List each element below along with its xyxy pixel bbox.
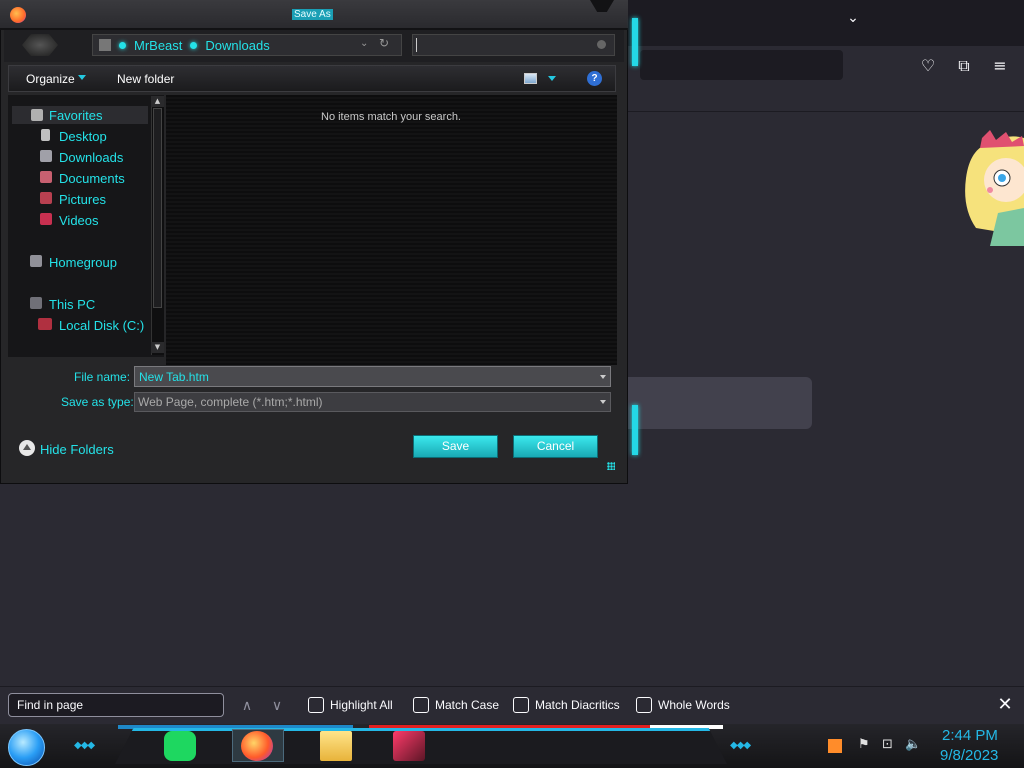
network-icon[interactable]: ⊡: [882, 737, 893, 752]
save-as-type-dropdown-icon[interactable]: [600, 400, 606, 404]
match-case-label[interactable]: Match Case: [435, 698, 499, 712]
scroll-up-icon[interactable]: ▲: [151, 96, 164, 107]
help-icon[interactable]: ?: [587, 71, 602, 86]
dialog-search-input[interactable]: [412, 34, 615, 56]
firefox-taskbar-icon[interactable]: [241, 731, 273, 761]
resize-grip-icon[interactable]: [607, 462, 615, 470]
match-diacritics-checkbox[interactable]: [513, 697, 529, 713]
refresh-icon[interactable]: ↻: [379, 36, 389, 50]
extensions-icon[interactable]: ⧉: [953, 55, 975, 77]
address-bar[interactable]: [640, 50, 843, 80]
new-tab-content-card: [610, 377, 812, 429]
scroll-down-icon[interactable]: ▼: [151, 342, 164, 353]
nav-item-videos[interactable]: Videos: [59, 213, 99, 228]
decorative-pips-icon: ◆◆◆: [730, 740, 751, 751]
view-options-dropdown-icon[interactable]: [548, 76, 556, 81]
volume-icon[interactable]: 🔈: [905, 737, 921, 752]
nav-item-downloads[interactable]: Downloads: [59, 150, 123, 165]
nav-item-homegroup[interactable]: Homegroup: [49, 255, 117, 270]
videos-folder-icon: [40, 213, 52, 225]
pocket-icon[interactable]: ♡: [917, 55, 939, 77]
save-as-type-select[interactable]: Web Page, complete (*.htm;*.html): [134, 392, 611, 412]
save-as-type-label: Save as type:: [61, 395, 134, 409]
pictures-folder-icon: [40, 192, 52, 204]
file-name-label: File name:: [74, 370, 131, 384]
breadcrumb-separator-icon: [119, 41, 126, 49]
find-next-icon[interactable]: ∨: [267, 696, 287, 716]
organize-button[interactable]: Organize: [26, 72, 75, 86]
favorites-star-icon: [31, 109, 43, 121]
theme-accent-bar: [632, 18, 638, 66]
organize-dropdown-icon[interactable]: [78, 75, 86, 80]
theme-accent-bar: [632, 405, 638, 455]
nav-item-desktop[interactable]: Desktop: [59, 129, 107, 144]
save-button[interactable]: Save: [413, 435, 498, 458]
match-diacritics-label[interactable]: Match Diacritics: [535, 698, 620, 712]
nav-item-documents[interactable]: Documents: [59, 171, 125, 186]
desktop-icon: [41, 129, 50, 141]
computer-icon: [30, 297, 42, 309]
close-find-bar-icon[interactable]: ✕: [995, 694, 1015, 716]
app-menu-icon[interactable]: ≡: [989, 55, 1011, 77]
spotify-taskbar-icon[interactable]: [164, 731, 196, 761]
decorative-pips-icon: ◆◆◆: [74, 740, 95, 751]
cancel-button[interactable]: Cancel: [513, 435, 598, 458]
search-icon[interactable]: [597, 40, 606, 49]
change-view-icon[interactable]: [524, 73, 537, 84]
match-case-checkbox[interactable]: [413, 697, 429, 713]
hide-folders-button[interactable]: Hide Folders: [40, 442, 114, 457]
breadcrumb-item-user[interactable]: MrBeast: [134, 38, 182, 53]
firefox-app-icon: [10, 7, 26, 23]
text-caret: [416, 38, 417, 52]
breadcrumb-dropdown-icon[interactable]: ⌄: [360, 38, 368, 49]
nav-item-local-disk[interactable]: Local Disk (C:): [59, 318, 144, 333]
dialog-title: Save As: [292, 9, 333, 20]
nav-item-this-pc[interactable]: This PC: [49, 297, 95, 312]
start-button[interactable]: [8, 729, 45, 766]
cartoon-character-image: [965, 130, 1024, 246]
local-disk-icon: [38, 318, 52, 330]
clock-time[interactable]: 2:44 PM: [942, 727, 998, 744]
nav-item-pictures[interactable]: Pictures: [59, 192, 106, 207]
breadcrumb[interactable]: MrBeast Downloads: [92, 34, 402, 56]
file-name-input[interactable]: New Tab.htm: [134, 366, 611, 387]
downloads-folder-icon: [40, 150, 52, 162]
breadcrumb-item-downloads[interactable]: Downloads: [205, 38, 269, 53]
media-app-taskbar-icon[interactable]: [393, 731, 425, 761]
new-folder-button[interactable]: New folder: [117, 72, 174, 86]
find-previous-icon[interactable]: ∧: [237, 696, 257, 716]
highlight-all-label[interactable]: Highlight All: [330, 698, 393, 712]
folder-icon: [99, 39, 111, 51]
scrollbar-thumb[interactable]: [153, 108, 162, 308]
homegroup-icon: [30, 255, 42, 267]
action-center-flag-icon[interactable]: ⚑: [858, 737, 870, 752]
nav-item-favorites[interactable]: Favorites: [49, 108, 102, 123]
tray-app-icon[interactable]: [828, 739, 842, 753]
list-all-tabs-chevron-icon[interactable]: ⌄: [842, 10, 864, 32]
file-list-pane[interactable]: [166, 95, 617, 365]
collapse-up-icon[interactable]: [19, 440, 35, 456]
clock-date[interactable]: 9/8/2023: [940, 747, 998, 764]
documents-folder-icon: [40, 171, 52, 183]
highlight-all-checkbox[interactable]: [308, 697, 324, 713]
file-name-dropdown-icon[interactable]: [600, 375, 606, 379]
file-explorer-taskbar-icon[interactable]: [320, 731, 352, 761]
whole-words-label[interactable]: Whole Words: [658, 698, 730, 712]
whole-words-checkbox[interactable]: [636, 697, 652, 713]
empty-search-message: No items match your search.: [321, 111, 461, 123]
breadcrumb-separator-icon: [190, 41, 198, 49]
find-in-page-input[interactable]: Find in page: [8, 693, 224, 717]
